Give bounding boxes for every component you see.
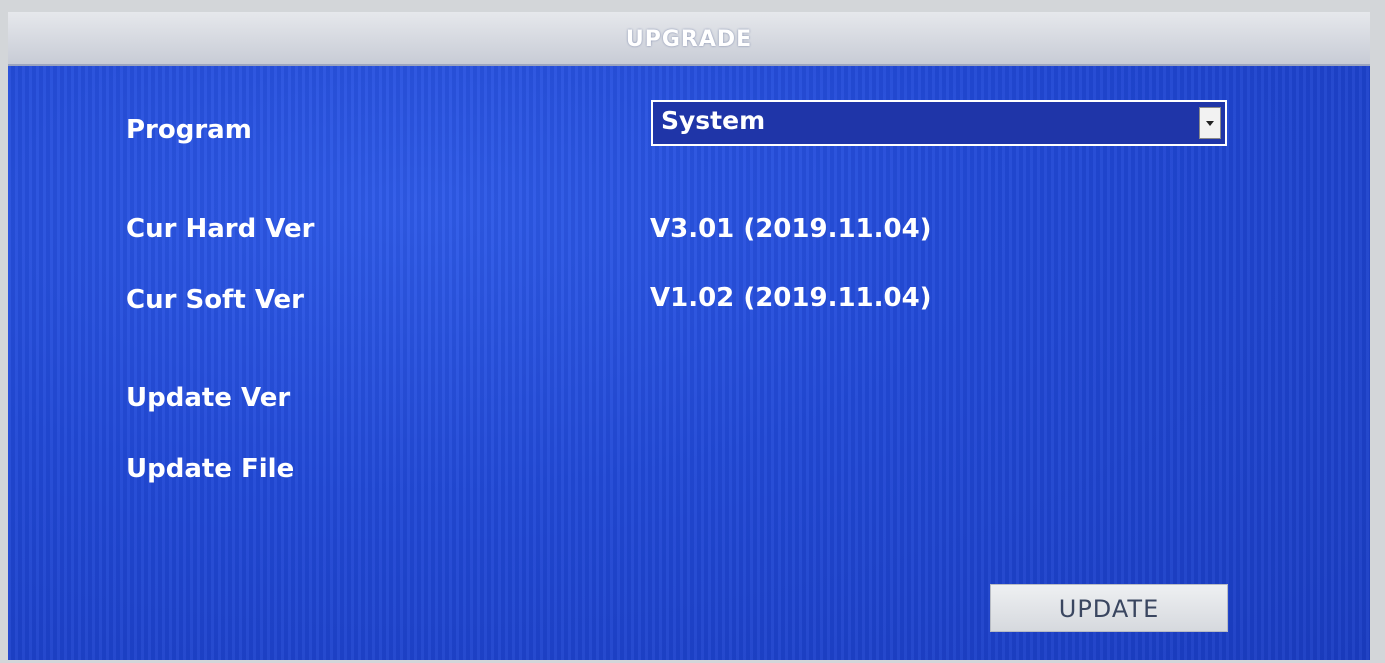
chevron-down-icon[interactable] [1199, 107, 1221, 139]
cur-soft-ver-label: Cur Soft Ver [126, 285, 305, 315]
cur-hard-ver-label: Cur Hard Ver [126, 214, 315, 244]
update-button[interactable]: UPDATE [990, 584, 1228, 632]
program-label: Program [126, 115, 252, 145]
update-ver-label: Update Ver [126, 383, 291, 413]
update-file-label: Update File [126, 454, 295, 484]
screen: UPGRADE Program System Cur Hard Ver V3.0… [0, 0, 1385, 663]
upgrade-dialog: UPGRADE Program System Cur Hard Ver V3.0… [8, 12, 1370, 660]
cur-hard-ver-value: V3.01 (2019.11.04) [650, 214, 932, 244]
dialog-title: UPGRADE [625, 27, 753, 52]
program-select-value: System [661, 106, 766, 135]
program-select[interactable]: System [651, 100, 1227, 146]
title-bar: UPGRADE [8, 12, 1370, 66]
cur-soft-ver-value: V1.02 (2019.11.04) [650, 283, 932, 313]
